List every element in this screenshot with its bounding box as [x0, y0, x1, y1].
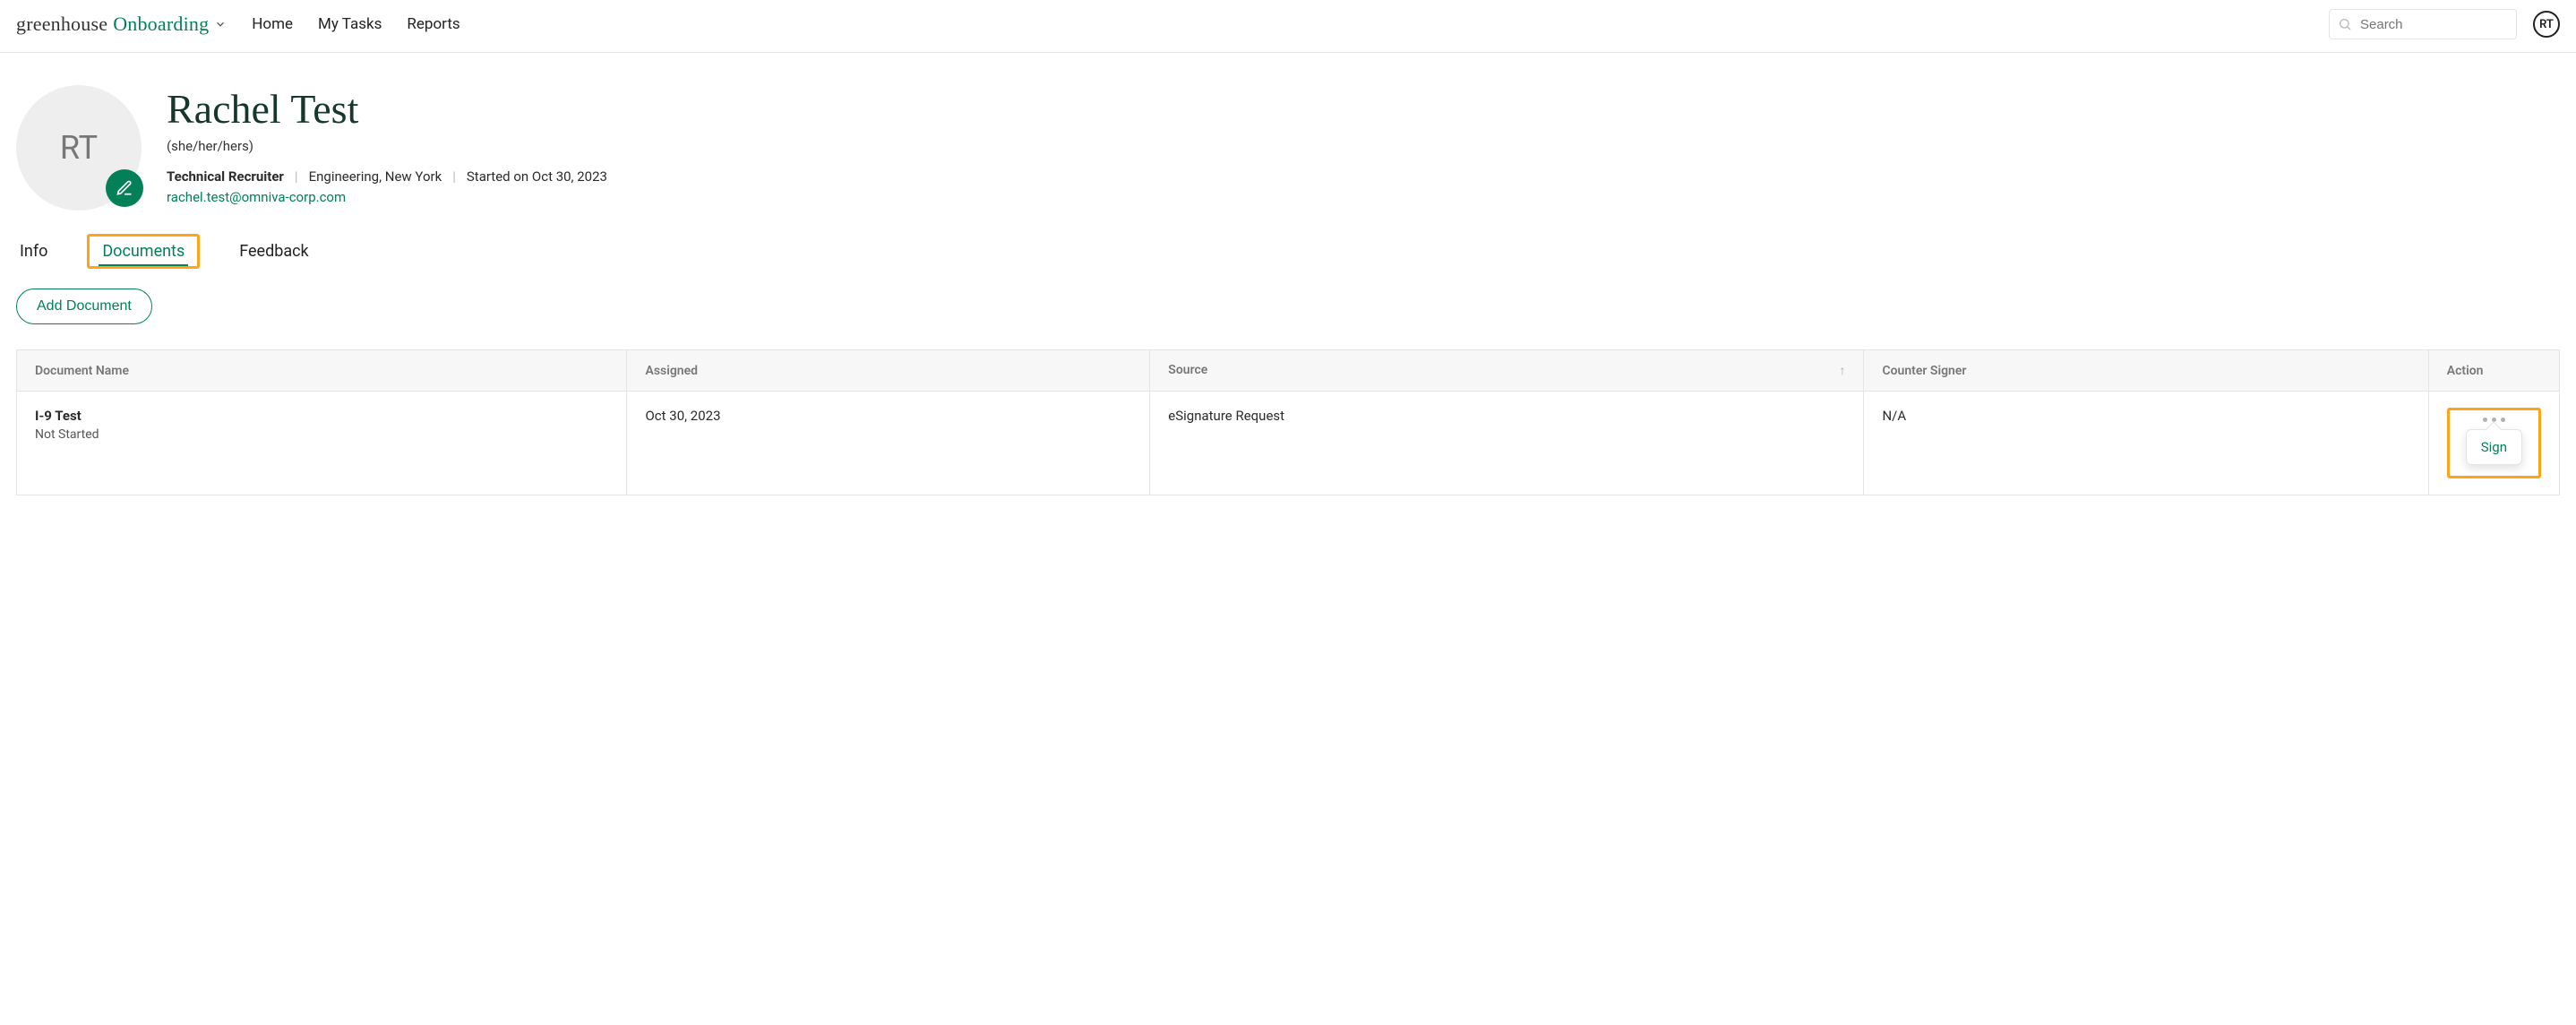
search-icon — [2338, 17, 2352, 31]
brand-onboarding: Onboarding — [113, 13, 209, 36]
avatar-wrap: RT — [16, 85, 142, 211]
col-counter-signer[interactable]: Counter Signer — [1864, 350, 2428, 392]
nav-home[interactable]: Home — [252, 15, 293, 33]
chevron-down-icon — [214, 18, 227, 30]
profile-name: Rachel Test — [167, 85, 607, 133]
profile-meta: Technical Recruiter | Engineering, New Y… — [167, 168, 607, 185]
brand-greenhouse: greenhouse — [16, 13, 107, 36]
add-document-button[interactable]: Add Document — [16, 289, 152, 324]
profile-role: Technical Recruiter — [167, 168, 284, 185]
brand-switcher[interactable]: greenhouse Onboarding — [16, 13, 227, 36]
dot-icon — [2483, 418, 2487, 422]
cell-assigned: Oct 30, 2023 — [627, 392, 1150, 495]
primary-nav: Home My Tasks Reports — [252, 15, 459, 33]
col-action[interactable]: Action — [2428, 350, 2559, 392]
sign-menu-item[interactable]: Sign — [2466, 429, 2522, 465]
tab-documents[interactable]: Documents — [99, 237, 188, 266]
tab-documents-highlight: Documents — [87, 234, 200, 269]
col-document-name[interactable]: Document Name — [17, 350, 627, 392]
col-source[interactable]: Source ↑ — [1150, 350, 1864, 392]
cell-source: eSignature Request — [1150, 392, 1864, 495]
profile-dept-location: Engineering, New York — [309, 168, 442, 185]
top-nav: greenhouse Onboarding Home My Tasks Repo… — [0, 0, 2576, 53]
edit-profile-button[interactable] — [106, 169, 143, 207]
action-highlight: Sign — [2447, 408, 2541, 478]
cell-counter: N/A — [1864, 392, 2428, 495]
pencil-icon — [116, 179, 133, 197]
col-assigned[interactable]: Assigned — [627, 350, 1150, 392]
page-body: RT Rachel Test (she/her/hers) Technical … — [0, 53, 2576, 567]
dot-icon — [2501, 418, 2505, 422]
profile-start: Started on Oct 30, 2023 — [467, 168, 607, 185]
profile-tabs: Info Documents Feedback — [16, 234, 2560, 269]
col-source-label: Source — [1168, 363, 1207, 377]
sort-asc-icon: ↑ — [1839, 363, 1845, 378]
separator: | — [452, 168, 456, 185]
profile-pronouns: (she/her/hers) — [167, 138, 607, 154]
profile-header: RT Rachel Test (she/her/hers) Technical … — [16, 85, 2560, 211]
nav-my-tasks[interactable]: My Tasks — [318, 15, 382, 33]
tab-info[interactable]: Info — [16, 237, 51, 266]
nav-reports[interactable]: Reports — [407, 15, 459, 33]
cell-action: Sign — [2428, 392, 2559, 495]
search-wrap — [2329, 9, 2517, 39]
profile-email[interactable]: rachel.test@omniva-corp.com — [167, 189, 346, 205]
table-row: I-9 Test Not Started Oct 30, 2023 eSigna… — [17, 392, 2560, 495]
doc-name: I-9 Test — [35, 408, 608, 424]
tab-feedback[interactable]: Feedback — [236, 237, 312, 266]
cell-document-name: I-9 Test Not Started — [17, 392, 627, 495]
table-header-row: Document Name Assigned Source ↑ Counter … — [17, 350, 2560, 392]
doc-status: Not Started — [35, 427, 99, 442]
search-input[interactable] — [2329, 9, 2517, 39]
profile-info: Rachel Test (she/her/hers) Technical Rec… — [167, 85, 607, 205]
separator: | — [295, 168, 298, 185]
nav-right: RT — [2329, 9, 2560, 39]
documents-table: Document Name Assigned Source ↑ Counter … — [16, 349, 2560, 495]
user-avatar-menu[interactable]: RT — [2533, 11, 2560, 38]
